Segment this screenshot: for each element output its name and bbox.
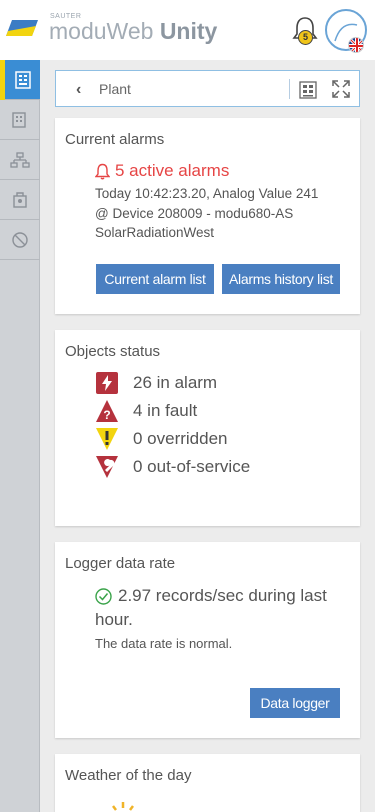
svg-text:?: ? bbox=[103, 408, 110, 422]
card-title: Current alarms bbox=[65, 131, 165, 148]
app-title-bold: Unity bbox=[159, 18, 218, 44]
nav-building-objects[interactable] bbox=[0, 100, 40, 140]
status-text: 4 in fault bbox=[133, 401, 198, 420]
alarms-history-list-button[interactable]: Alarms history list bbox=[222, 264, 340, 294]
hierarchy-icon bbox=[10, 151, 30, 168]
status-text: 0 overridden bbox=[133, 429, 228, 448]
active-alarms-summary[interactable]: 5 active alarms bbox=[95, 161, 229, 181]
sauter-logo-icon bbox=[6, 20, 38, 36]
notification-count-badge: 5 bbox=[298, 30, 313, 45]
building-list-icon bbox=[14, 70, 31, 89]
language-flag-icon[interactable] bbox=[348, 37, 364, 53]
status-text: 26 in alarm bbox=[133, 373, 218, 392]
app-header: SAUTER moduWeb Unity 5 bbox=[0, 0, 375, 60]
current-alarms-card: Current alarms 5 active alarms Today 10:… bbox=[55, 118, 360, 314]
nav-hierarchy[interactable] bbox=[0, 140, 40, 180]
building-objects-icon bbox=[12, 111, 26, 128]
card-title: Weather of the day bbox=[65, 767, 192, 784]
nav-device[interactable] bbox=[0, 180, 40, 220]
device-icon bbox=[13, 191, 27, 208]
status-row-alarm[interactable]: 26 in alarm bbox=[95, 371, 217, 395]
alarm-detail-line: SolarRadiationWest bbox=[95, 225, 215, 240]
logger-rate-text: 2.97 records/sec during last hour. bbox=[95, 586, 327, 629]
breadcrumb-divider bbox=[289, 79, 290, 99]
card-title: Objects status bbox=[65, 343, 161, 360]
breadcrumb-label[interactable]: Plant bbox=[99, 81, 131, 97]
building-tree-icon[interactable] bbox=[298, 80, 318, 100]
back-chevron-icon[interactable]: ‹ bbox=[76, 81, 81, 99]
disabled-objects-icon bbox=[12, 231, 28, 248]
breadcrumb: ‹ Plant bbox=[55, 70, 360, 107]
status-row-out-of-service[interactable]: 0 out-of-service bbox=[95, 455, 250, 479]
side-navigation bbox=[0, 60, 40, 812]
data-logger-button[interactable]: Data logger bbox=[250, 688, 340, 718]
bell-alarm-icon bbox=[95, 163, 110, 179]
app-title: moduWeb Unity bbox=[49, 18, 217, 45]
nav-building-list[interactable] bbox=[5, 60, 40, 100]
status-row-overridden[interactable]: 0 overridden bbox=[95, 427, 228, 451]
status-text: 0 out-of-service bbox=[133, 457, 251, 476]
fault-question-icon: ? bbox=[96, 400, 118, 422]
nav-disabled-objects[interactable] bbox=[0, 220, 40, 260]
out-of-service-wrench-icon bbox=[96, 456, 118, 478]
app-title-light: moduWeb bbox=[49, 18, 154, 44]
fullscreen-expand-icon[interactable] bbox=[331, 79, 351, 99]
logger-data-rate-card: Logger data rate 2.97 records/sec during… bbox=[55, 542, 360, 738]
objects-status-card: Objects status 26 in alarm ? 4 in fault … bbox=[55, 330, 360, 526]
status-row-fault[interactable]: ? 4 in fault bbox=[95, 399, 197, 423]
weather-card: Weather of the day bbox=[55, 754, 360, 812]
logger-status-text: The data rate is normal. bbox=[95, 636, 233, 651]
sun-icon bbox=[112, 802, 134, 811]
active-alarms-count: 5 active alarms bbox=[115, 161, 230, 180]
alarm-bolt-icon bbox=[96, 372, 118, 394]
current-alarm-list-button[interactable]: Current alarm list bbox=[96, 264, 214, 294]
latest-alarm-detail: Today 10:42:23.20, Analog Value 241 @ De… bbox=[95, 184, 355, 243]
card-title: Logger data rate bbox=[65, 555, 176, 572]
alarm-detail-line: @ Device 208009 - modu680-AS bbox=[95, 205, 294, 221]
overridden-exclamation-icon bbox=[96, 428, 118, 450]
alarm-detail-line: Today 10:42:23.20, Analog Value 241 bbox=[95, 186, 319, 201]
